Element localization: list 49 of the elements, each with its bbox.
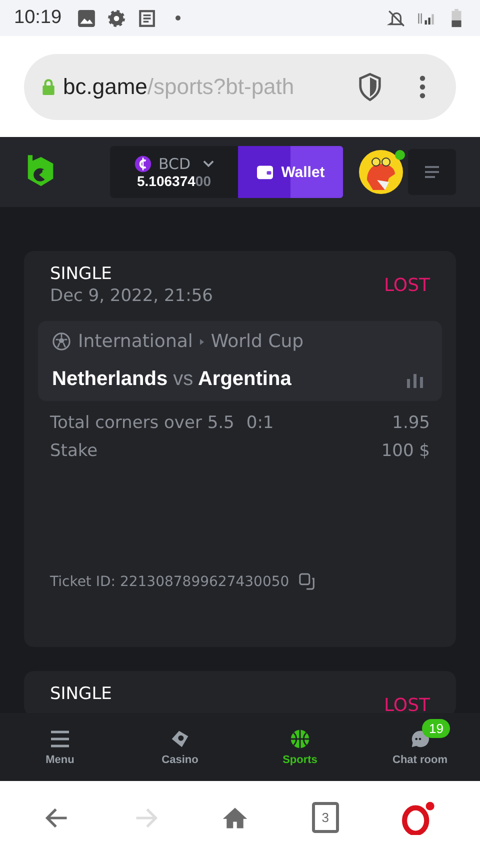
stats-icon[interactable]	[406, 372, 424, 388]
menu-button[interactable]	[408, 149, 456, 195]
bet-type: SINGLE	[50, 263, 113, 285]
unread-count: 19	[422, 718, 450, 738]
url-text: bc.game/sports?bt-path	[63, 74, 296, 100]
match-teams: Netherlands vs Argentina	[52, 368, 292, 391]
balance-selector[interactable]: BCD 5.10637400	[110, 146, 238, 198]
nav-tab[interactable]: 19 Chat room	[360, 713, 480, 781]
settings-icon	[106, 8, 126, 28]
coin-icon	[134, 155, 152, 173]
shield-icon[interactable]	[357, 72, 383, 102]
cards-icon	[170, 728, 190, 748]
basketball-icon	[290, 728, 310, 748]
opera-logo-icon[interactable]	[402, 800, 436, 834]
notification-dot-icon	[174, 15, 181, 21]
nav-tab[interactable]: Casino	[120, 713, 240, 781]
tabs-button[interactable]: 3	[312, 802, 339, 833]
menu-icon	[424, 165, 440, 179]
bet-result: LOST	[384, 275, 430, 298]
status-time: 10:19	[14, 7, 62, 29]
image-icon	[76, 8, 96, 28]
caret-icon	[200, 338, 204, 344]
ticket-id: Ticket ID: 2213087899627430050	[50, 574, 290, 590]
chevron-down-icon	[202, 160, 214, 168]
bet-type: SINGLE	[50, 683, 112, 705]
league-name: World Cup	[210, 331, 304, 352]
lock-icon	[42, 78, 55, 95]
stake-amount: 100 $	[381, 441, 430, 461]
menu-icon	[50, 728, 70, 748]
avatar-icon[interactable]	[359, 150, 403, 194]
nav-tab[interactable]: Menu	[0, 713, 120, 781]
more-icon[interactable]	[419, 74, 426, 100]
stake-label: Stake	[50, 441, 98, 461]
odds: 1.95	[392, 413, 430, 433]
bell-off-icon	[387, 8, 406, 28]
bet-date: Dec 9, 2022, 21:56	[50, 285, 213, 307]
wallet-icon	[256, 164, 274, 180]
wallet-button[interactable]: Wallet	[238, 146, 343, 198]
soccer-ball-icon	[52, 332, 71, 351]
currency-label: BCD	[158, 155, 191, 173]
league-region: International	[78, 331, 193, 352]
nav-tab[interactable]: Sports	[240, 713, 360, 781]
bet-result: LOST	[384, 695, 430, 713]
address-bar[interactable]: bc.game/sports?bt-path	[24, 54, 456, 120]
market-label: Total corners over 5.5	[50, 413, 234, 433]
score: 0:1	[246, 413, 274, 433]
balance-amount: 5.10637400	[137, 173, 211, 189]
copy-icon[interactable]	[299, 573, 316, 590]
news-icon	[136, 8, 156, 28]
